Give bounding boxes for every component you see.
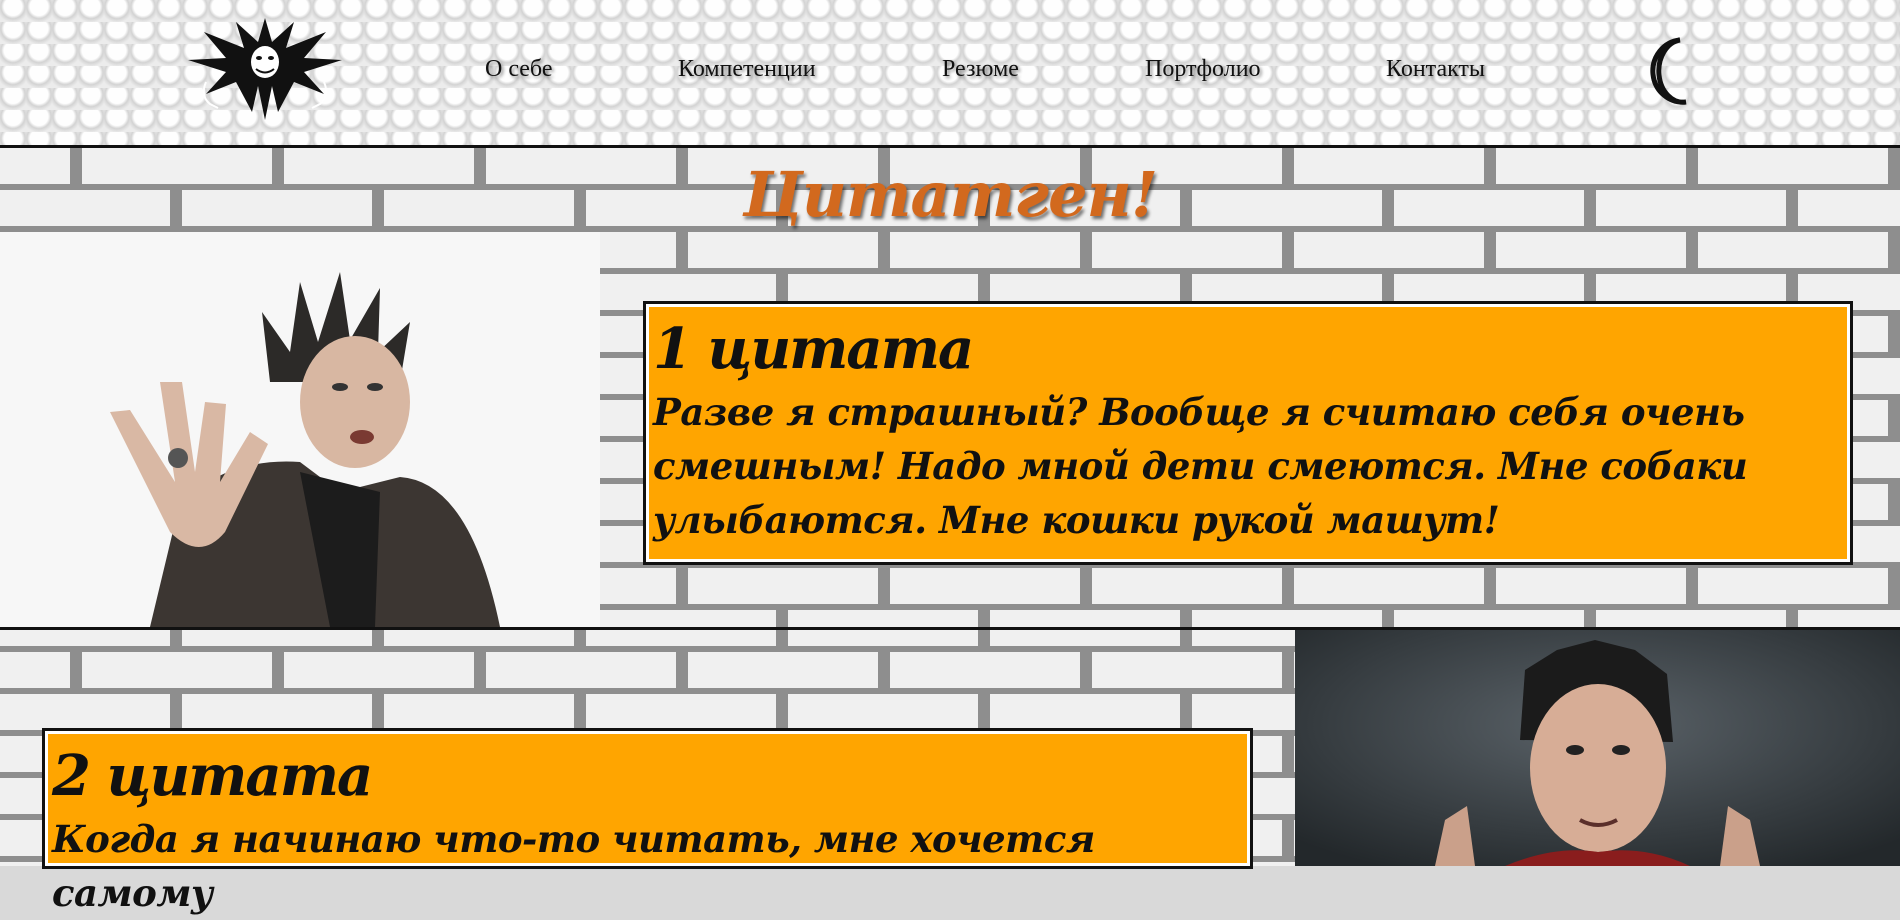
moon-icon[interactable] [1640, 36, 1696, 106]
quote-1-photo [0, 232, 600, 627]
quote-card: 1 цитата Разве я страшный? Вообще я счит… [643, 301, 1853, 565]
nav-about[interactable]: О себе [485, 56, 552, 83]
quote-heading: 2 цитата [52, 743, 373, 809]
nav-contacts[interactable]: Контакты [1386, 56, 1485, 83]
quote-heading: 1 цитата [653, 316, 974, 382]
nav-skills[interactable]: Компетенции [678, 56, 816, 83]
nav-portfolio[interactable]: Портфолио [1145, 56, 1261, 83]
quote-text: Разве я страшный? Вообще я считаю себя о… [653, 390, 1748, 542]
quote-2-photo [1295, 630, 1900, 866]
quote-text: Когда я начинаю что-то читать, мне хочет… [52, 817, 1095, 915]
page-title: Цитатген! [742, 158, 1158, 231]
nav-resume[interactable]: Резюме [942, 56, 1019, 83]
main-nav: О себе Компетенции Резюме Портфолио Конт… [0, 56, 1900, 86]
site-header: О себе Компетенции Резюме Портфолио Конт… [0, 0, 1900, 148]
quote-card: 2 цитата Когда я начинаю что-то читать, … [42, 728, 1253, 915]
